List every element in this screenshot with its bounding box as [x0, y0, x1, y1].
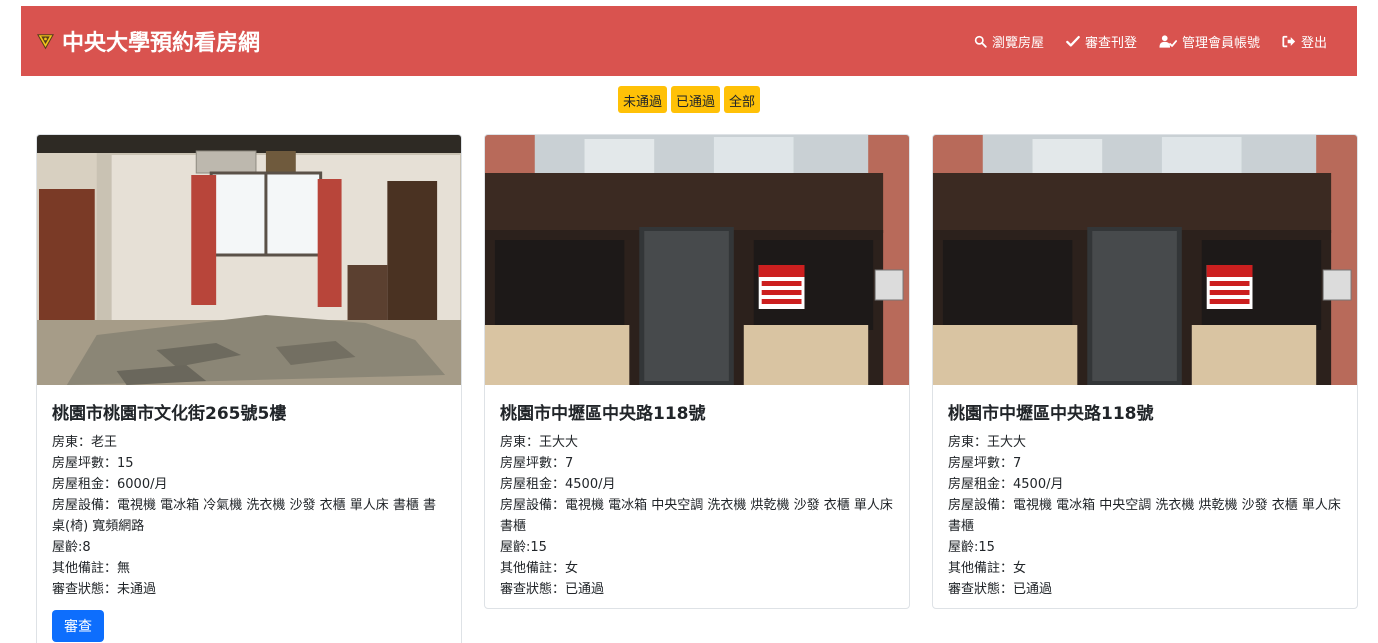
listing-card-body: 桃園市中壢區中央路118號 房東：王大大 房屋坪數：7 房屋租金：4500/月 …: [485, 385, 909, 608]
review-button[interactable]: 審查: [52, 610, 104, 642]
listing-age: 屋齡:15: [948, 540, 995, 555]
nav-browse-label: 瀏覽房屋: [991, 35, 1044, 51]
listing-rent: 房屋租金：4500/月: [948, 477, 1064, 492]
listing-status: 審查狀態：已通過: [948, 582, 1053, 597]
listing-equipment: 房屋設備：電視機 電冰箱 中央空調 洗衣機 烘乾機 沙發 衣櫃 單人床 書櫃: [948, 498, 1341, 534]
room-interior-image: [37, 135, 461, 385]
listing-title: 桃園市中壢區中央路118號: [500, 404, 706, 424]
listing-status: 審查狀態：已通過: [500, 582, 605, 597]
listing-card: 桃園市中壢區中央路118號 房東：王大大 房屋坪數：7 房屋租金：4500/月 …: [484, 134, 910, 609]
listing-card-body: 桃園市桃園市文化街265號5樓 房東：老王 房屋坪數：15 房屋租金：6000/…: [37, 385, 461, 643]
nav-logout[interactable]: 登出: [1282, 32, 1327, 51]
listing-card: 桃園市桃園市文化街265號5樓 房東：老王 房屋坪數：15 房屋租金：6000/…: [36, 134, 462, 643]
listing-landlord: 房東：王大大: [948, 435, 1027, 450]
check-icon: [1066, 35, 1080, 47]
nav-review-listings[interactable]: 審查刊登: [1066, 32, 1137, 51]
listing-notes: 其他備註：女: [948, 561, 1027, 576]
nav-browse-houses[interactable]: 瀏覽房屋: [974, 32, 1044, 51]
listing-rent: 房屋租金：6000/月: [52, 477, 168, 492]
listing-card: 桃園市中壢區中央路118號 房東：王大大 房屋坪數：7 房屋租金：4500/月 …: [932, 134, 1358, 609]
listing-notes: 其他備註：無: [52, 561, 131, 576]
filter-approved-button[interactable]: 已通過: [670, 86, 720, 113]
listing-landlord: 房東：王大大: [500, 435, 579, 450]
filter-all-button[interactable]: 全部: [724, 86, 761, 113]
user-check-icon: [1159, 34, 1177, 48]
search-icon: [974, 35, 987, 48]
listing-age: 屋齡:15: [500, 540, 547, 555]
listing-status: 審查狀態：未通過: [52, 582, 157, 597]
listing-equipment: 房屋設備：電視機 電冰箱 中央空調 洗衣機 烘乾機 沙發 衣櫃 單人床 書櫃: [500, 498, 893, 534]
nav-manage-label: 管理會員帳號: [1181, 35, 1260, 51]
building-facade-image: [933, 135, 1357, 385]
nav-review-label: 審查刊登: [1084, 35, 1137, 51]
listing-notes: 其他備註：女: [500, 561, 579, 576]
listing-title: 桃園市桃園市文化街265號5樓: [52, 404, 287, 424]
nav-links: 瀏覽房屋 審查刊登 管理會員帳號 登出: [974, 32, 1327, 51]
listing-card-body: 桃園市中壢區中央路118號 房東：王大大 房屋坪數：7 房屋租金：4500/月 …: [933, 385, 1357, 608]
listing-age: 屋齡:8: [52, 540, 91, 555]
navbar: 中央大學預約看房網 瀏覽房屋 審查刊登 管理會員帳號 登出: [21, 6, 1357, 76]
nav-logout-label: 登出: [1300, 35, 1327, 51]
listing-size: 房屋坪數：7: [948, 456, 1022, 471]
listing-equipment: 房屋設備：電視機 電冰箱 冷氣機 洗衣機 沙發 衣櫃 單人床 書櫃 書桌(椅) …: [52, 498, 437, 534]
building-facade-image: [485, 135, 909, 385]
listing-rent: 房屋租金：4500/月: [500, 477, 616, 492]
listing-landlord: 房東：老王: [52, 435, 118, 450]
filter-not-approved-button[interactable]: 未通過: [617, 86, 667, 113]
sign-out-icon: [1282, 35, 1296, 47]
status-filter-group: 未通過 已通過 全部: [0, 86, 1378, 113]
school-logo-icon: [37, 33, 54, 49]
listing-title: 桃園市中壢區中央路118號: [948, 404, 1154, 424]
brand[interactable]: 中央大學預約看房網: [37, 25, 260, 57]
nav-manage-members[interactable]: 管理會員帳號: [1159, 32, 1260, 51]
listing-size: 房屋坪數：7: [500, 456, 574, 471]
listing-size: 房屋坪數：15: [52, 456, 134, 471]
brand-title: 中央大學預約看房網: [62, 31, 261, 56]
